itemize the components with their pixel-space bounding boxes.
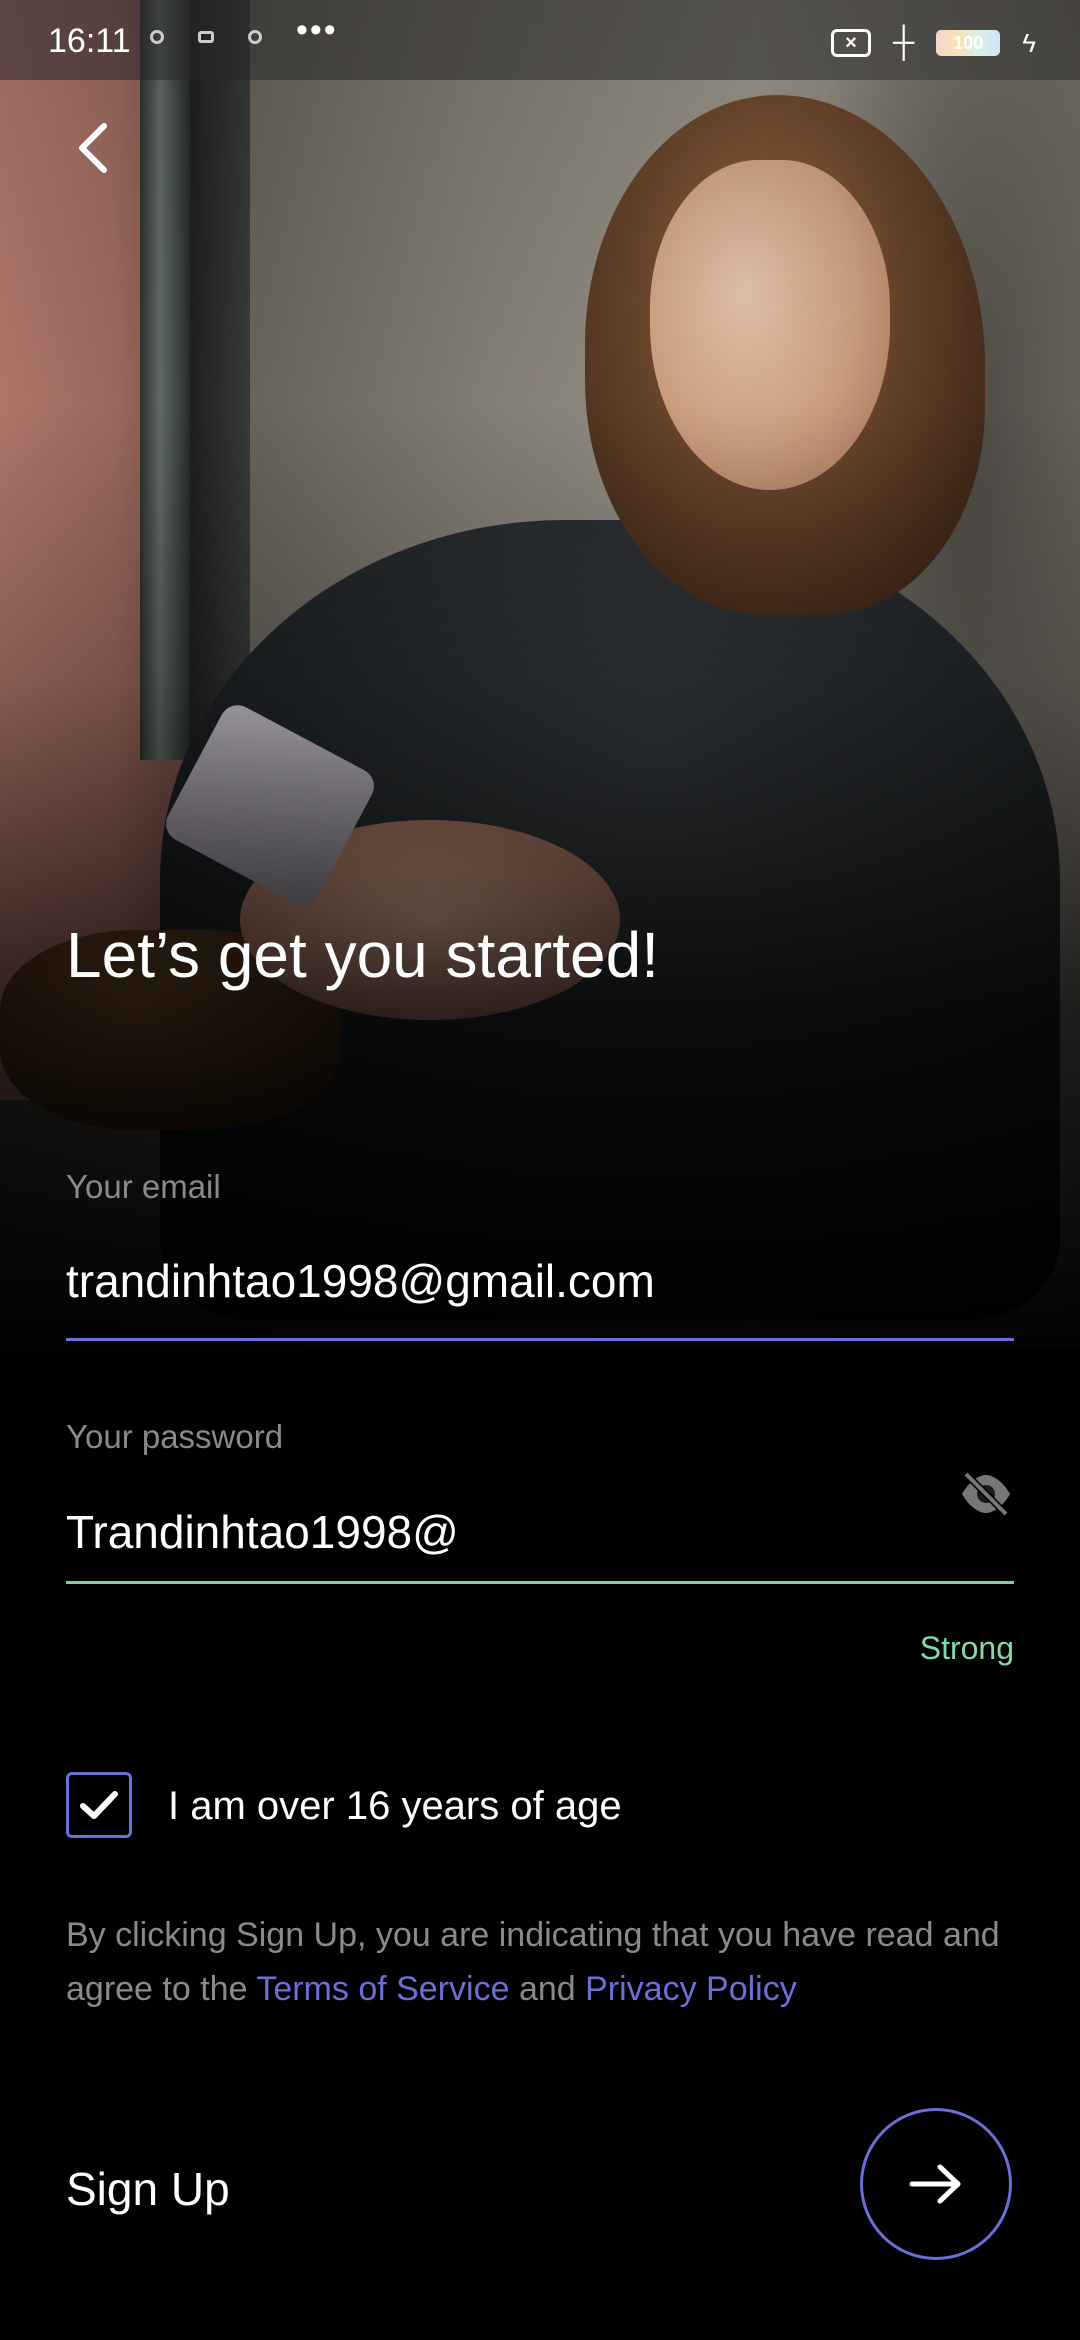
battery-level: 100 (953, 32, 984, 53)
signal-icon: ┼ (892, 26, 915, 59)
more-icon: ••• (296, 11, 338, 49)
screen-record-stop-icon: × (830, 29, 871, 57)
sync-icon (248, 30, 262, 44)
email-field[interactable]: trandinhtao1998@gmail.com (66, 1254, 655, 1308)
toggle-password-visibility[interactable] (958, 1468, 1014, 1520)
charging-bolt-icon: ϟ (1022, 27, 1036, 58)
age-checkbox[interactable] (66, 1772, 132, 1838)
signup-button[interactable] (860, 2108, 1012, 2260)
password-underline (66, 1581, 1014, 1584)
email-underline (66, 1338, 1014, 1341)
signup-label: Sign Up (66, 2163, 230, 2215)
age-checkbox-label: I am over 16 years of age (168, 1784, 622, 1828)
battery-icon: 100 (936, 30, 1001, 56)
password-label: Your password (66, 1418, 284, 1455)
page-title: Let’s get you started! (66, 919, 659, 991)
hero-photo (0, 0, 1080, 1350)
status-time: 16:11 (48, 22, 131, 60)
status-bar: 16:11 ••• × ┼ 100 ϟ (0, 0, 1080, 80)
privacy-policy-link[interactable]: Privacy Policy (585, 1970, 797, 2008)
eye-off-icon (962, 1471, 1010, 1517)
back-button[interactable] (70, 118, 120, 178)
password-strength: Strong (919, 1630, 1014, 1666)
game-icon (198, 31, 214, 43)
password-field[interactable]: Trandinhtao1998@ (66, 1505, 459, 1559)
chevron-left-icon (79, 123, 107, 173)
checkmark-icon (80, 1791, 118, 1819)
terms-and: and (509, 1970, 586, 2008)
terms-notice: By clicking Sign Up, you are indicating … (66, 1908, 1026, 2016)
focus-icon (150, 30, 164, 44)
terms-of-service-link[interactable]: Terms of Service (256, 1970, 509, 2008)
email-label: Your email (66, 1168, 221, 1205)
arrow-right-icon (909, 2164, 961, 2204)
